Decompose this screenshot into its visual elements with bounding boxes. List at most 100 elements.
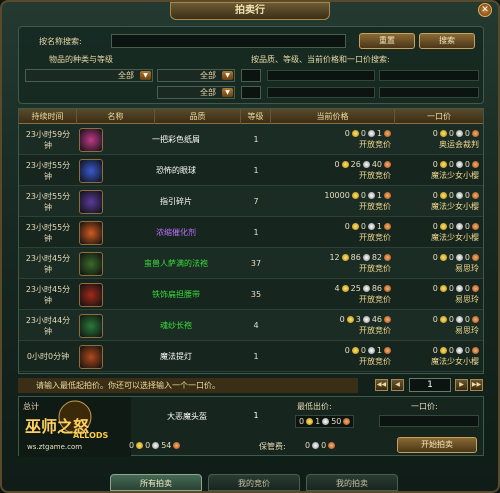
row-buyout: 0 0 0 魔法少女小樱 [431,191,479,211]
silver-coin-icon [362,316,370,323]
chevron-down-icon: ▼ [222,71,233,80]
copper-coin-icon [472,347,479,354]
buyout-input[interactable] [379,415,479,427]
table-row[interactable]: 23小时44分钟 魂纱长袍 4 0 3 46 开放竞价 0 0 0 易思玲 [19,310,483,341]
item-icon[interactable] [77,155,105,186]
silver-coin-icon [152,442,160,449]
header-buyout[interactable]: 一口价 [395,109,483,124]
row-level: 7 [253,197,259,206]
tab-my-bids[interactable]: 我的竞价 [208,474,300,491]
silver-coin-icon [455,223,463,230]
reset-button[interactable]: 重置 [359,33,415,49]
pagination: ◀◀ ◀ 1 ▶ ▶▶ [375,378,485,393]
table-row[interactable]: 23小时45分钟 蛮兽人萨满的法袍 37 12 86 82 开放竞价 0 0 0 易思玲 [19,248,483,279]
row-buyout: 0 0 0 魔法少女小樱 [431,346,479,366]
last-page-icon[interactable]: ▶▶ [470,379,483,391]
row-buyout: 0 0 0 奥运会裁判 [432,129,479,149]
row-duration: 23小时55分钟 [25,191,71,212]
logo-url: ws.ztgame.com [27,443,83,451]
sell-item-level: 1 [253,411,259,420]
row-seller: 魔法少女小樱 [431,233,479,242]
item-icon[interactable] [77,279,105,310]
item-icon[interactable] [77,217,105,248]
tab-all-auctions[interactable]: 所有拍卖 [110,474,202,491]
item-icon[interactable] [77,248,105,279]
prev-page-icon[interactable]: ◀ [391,379,404,391]
price-max-field[interactable] [267,87,375,98]
header-duration[interactable]: 持续时间 [19,109,77,124]
filter-label: 按品质、等级、当前价格和一口价搜索: [251,55,390,64]
sell-item-name: 大恶魔头盔 [167,412,207,421]
deposit-value: 0 0 [305,441,336,450]
chevron-down-icon: ▼ [140,71,151,80]
subcategory-dropdown[interactable]: 全部 ▼ [157,69,235,82]
header-price[interactable]: 当前价格 [271,109,395,124]
copper-coin-icon [472,254,479,261]
copper-coin-icon [384,347,391,354]
header-name[interactable]: 名称 [77,109,155,124]
item-icon[interactable] [77,186,105,217]
buyout-min-field[interactable] [379,70,479,81]
next-page-icon[interactable]: ▶ [455,379,468,391]
header-quality[interactable]: 品质 [155,109,241,124]
row-price-status: 开放竞价 [359,326,391,335]
start-auction-button[interactable]: 开始拍卖 [397,437,477,453]
row-seller: 易思玲 [455,326,479,335]
gold-coin-icon [341,254,349,261]
page-number-input[interactable]: 1 [409,378,451,392]
sell-panel: 巫师之怒 ALLODS ws.ztgame.com 总计 大恶魔头盔 1 最低出… [18,396,484,457]
row-duration: 23小时59分钟 [25,129,71,150]
table-row[interactable]: 23小时55分钟 浓缩催化剂 1 0 0 1 开放竞价 0 0 0 魔法少女小樱 [19,217,483,248]
gold-coin-icon [439,161,447,168]
copper-coin-icon [472,223,479,230]
row-item-name: 指引碎片 [160,197,192,206]
level-dropdown[interactable]: 全部 ▼ [157,86,235,99]
category-dropdown[interactable]: 全部 ▼ [25,69,153,82]
row-item-name: 魂纱长袍 [160,321,192,330]
row-buyout: 0 0 0 易思玲 [432,315,479,335]
level-min-filter[interactable] [241,86,261,99]
quality-filter[interactable] [241,69,261,82]
first-page-icon[interactable]: ◀◀ [375,379,388,391]
table-row[interactable]: 23小时55分钟 恐怖的眼球 1 0 26 40 开放竞价 0 0 0 魔法少女小樱 [19,155,483,186]
row-current-price: 0 0 1 开放竞价 [344,222,391,242]
buyout-max-field[interactable] [379,87,479,98]
min-bid-input[interactable]: 0 1 50 [295,415,355,428]
item-icon-frame [79,251,103,276]
search-button[interactable]: 搜索 [419,33,475,49]
gold-coin-icon [351,347,359,354]
gold-coin-icon [439,192,447,199]
table-body: 23小时59分钟 一把彩色纸屑 1 0 0 1 开放竞价 0 0 0 奥运会裁判 23小时55分钟 恐怖… [19,124,483,374]
copper-coin-icon [384,223,391,230]
gold-coin-icon [439,130,447,137]
table-row[interactable]: 0小时0分钟 魔法提灯 1 0 0 1 开放竞价 0 0 0 魔法少女小樱 [19,341,483,372]
item-icon[interactable] [77,124,105,155]
window-title: 拍卖行 [170,2,330,20]
table-row[interactable]: 23小时59分钟 一把彩色纸屑 1 0 0 1 开放竞价 0 0 0 奥运会裁判 [19,124,483,155]
copper-coin-icon [384,130,391,137]
table-header: 持续时间 名称 品质 等级 当前价格 一口价 [19,109,483,124]
header-level[interactable]: 等级 [241,109,271,124]
item-icon[interactable] [77,310,105,341]
tab-my-auctions[interactable]: 我的拍卖 [306,474,398,491]
copper-coin-icon [173,442,181,449]
table-row[interactable]: 23小时45分钟 铁饰扁担腰带 35 4 25 86 开放竞价 0 0 0 易思玲 [19,279,483,310]
item-icon-frame [79,344,103,369]
row-duration: 23小时55分钟 [25,222,71,243]
auction-table: 持续时间 名称 品质 等级 当前价格 一口价 23小时59分钟 一把彩色纸屑 1 0 0… [18,108,484,374]
row-seller: 魔法少女小樱 [431,171,479,180]
price-min-field[interactable] [267,70,375,81]
silver-coin-icon [455,316,463,323]
silver-coin-icon [362,254,370,261]
row-item-name: 一把彩色纸屑 [152,135,200,144]
total-label: 总计 [23,402,39,411]
table-row[interactable]: 23小时55分钟 指引碎片 7 10000 0 1 开放竞价 0 0 0 魔法少女小樱 [19,186,483,217]
row-price-status: 开放竞价 [359,202,391,211]
gold-coin-icon [351,192,359,199]
name-search-input[interactable] [111,34,346,48]
row-duration: 23小时45分钟 [25,253,71,274]
silver-coin-icon [322,418,330,425]
item-icon-frame [79,220,103,245]
close-icon[interactable]: ✕ [478,3,492,17]
item-icon[interactable] [77,341,105,372]
